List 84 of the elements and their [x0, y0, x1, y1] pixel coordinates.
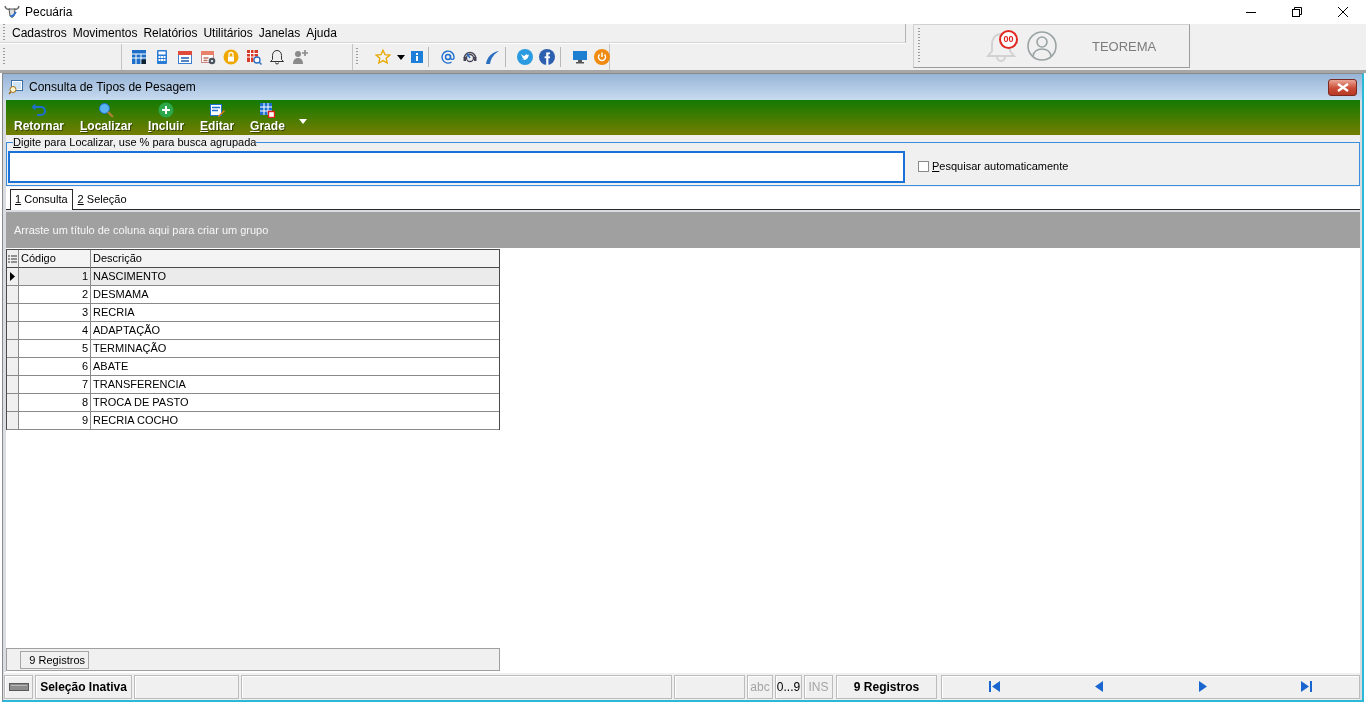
tab[interactable]: 1 Consulta: [10, 189, 73, 210]
table-cell: 2: [19, 286, 91, 304]
back-button[interactable]: Retornar: [6, 102, 72, 133]
table-cell: 7: [19, 376, 91, 394]
status-indicator: abc: [747, 674, 773, 699]
edit-icon[interactable]: [209, 102, 226, 118]
swoosh-icon[interactable]: [484, 49, 500, 65]
menu-item[interactable]: Relatórios: [140, 24, 201, 42]
status-indicator: 0...9: [775, 674, 802, 699]
table-cell: ABATE: [91, 358, 499, 376]
info-icon[interactable]: [411, 51, 423, 63]
search-button[interactable]: Localizar: [72, 102, 141, 133]
checkbox-label[interactable]: Pesquisar automaticamente: [932, 159, 1069, 173]
f-logo-icon[interactable]: [539, 49, 555, 65]
close-button[interactable]: [1328, 78, 1357, 96]
search-icon[interactable]: [98, 102, 115, 118]
star-icon[interactable]: [375, 49, 391, 65]
at-sign-icon[interactable]: [440, 49, 456, 65]
next-record-icon[interactable]: [1198, 681, 1208, 692]
table-cell: 9: [19, 412, 91, 430]
checkbox[interactable]: [918, 161, 929, 172]
window-title: Consulta de Tipos de Pesagem: [29, 80, 196, 94]
table-cell: 1: [19, 268, 91, 286]
menu-item[interactable]: Utilitários: [200, 24, 256, 42]
status-panel: [674, 674, 745, 699]
column-header[interactable]: Código: [19, 250, 91, 268]
add-button[interactable]: Incluir: [140, 102, 193, 133]
power-icon[interactable]: [594, 49, 610, 65]
bell-icon[interactable]: [269, 49, 285, 65]
calculator-icon[interactable]: [154, 49, 170, 65]
edit-button[interactable]: Editar: [192, 102, 243, 133]
table-cell: RECRIA COCHO: [91, 412, 499, 430]
restore-icon[interactable]: [1292, 7, 1302, 17]
keyboard-icon: [8, 682, 29, 691]
add-user-icon[interactable]: [292, 49, 308, 65]
status-indicator: INS: [804, 674, 833, 699]
menu-item[interactable]: Movimentos: [69, 24, 141, 42]
calendar-icon[interactable]: [177, 49, 193, 65]
table-cell: NASCIMENTO: [91, 268, 499, 286]
table-cell: 5: [19, 340, 91, 358]
column-chooser[interactable]: [7, 250, 19, 268]
calendar-gear-icon[interactable]: [200, 49, 216, 65]
notification-badge: 00: [999, 30, 1018, 49]
last-record-icon[interactable]: [1301, 681, 1313, 692]
grid-icon[interactable]: [131, 49, 147, 65]
close-icon[interactable]: [1338, 7, 1348, 17]
menu-item[interactable]: Ajuda: [303, 24, 340, 42]
plus-icon[interactable]: [158, 102, 175, 118]
table-cell: 6: [19, 358, 91, 376]
tab[interactable]: 2 Seleção: [72, 189, 132, 209]
table-cell: TERMINAÇÃO: [91, 340, 499, 358]
table-cell: 8: [19, 394, 91, 412]
row-header[interactable]: [7, 268, 19, 286]
column-header[interactable]: Descrição: [91, 250, 499, 268]
headset-icon[interactable]: [462, 49, 478, 65]
previous-record-icon[interactable]: [1093, 681, 1103, 692]
monitor-icon[interactable]: [572, 49, 588, 65]
table-cell: 3: [19, 304, 91, 322]
table-cell: RECRIA: [91, 304, 499, 322]
bull-head-icon: [4, 4, 20, 20]
table-cell: DESMAMA: [91, 286, 499, 304]
record-count: 9 Registros: [20, 650, 89, 669]
group-hint: Arraste um título de coluna aqui para criar um grupo: [14, 224, 269, 236]
table-cell: 4: [19, 322, 91, 340]
table-cell: TROCA DE PASTO: [91, 394, 499, 412]
bird-icon[interactable]: [517, 49, 533, 65]
table-search-icon[interactable]: [246, 49, 262, 65]
search-label: Digite para Localizar, use % para busca agrupada: [13, 136, 257, 148]
menu-item[interactable]: Janelas: [255, 24, 304, 42]
record-count: 9 Registros: [836, 674, 937, 699]
table-cell: ADAPTAÇÃO: [91, 322, 499, 340]
user-name: TEOREMA: [1092, 38, 1157, 54]
first-record-icon[interactable]: [988, 681, 1000, 692]
window-title: Pecuária: [25, 5, 73, 19]
pointer-icon: [10, 272, 15, 281]
grid-button[interactable]: Grade: [242, 102, 293, 133]
selection-status: Seleção Inativa: [35, 674, 132, 699]
search-field[interactable]: [8, 151, 905, 183]
table-cell: TRANSFERENCIA: [91, 376, 499, 394]
bell-icon[interactable]: [985, 31, 1017, 65]
menu-item[interactable]: Cadastros: [9, 24, 70, 42]
caret-icon[interactable]: [397, 54, 405, 60]
screen-magnifier-icon: [8, 79, 24, 95]
avatar-icon[interactable]: [1027, 31, 1057, 61]
